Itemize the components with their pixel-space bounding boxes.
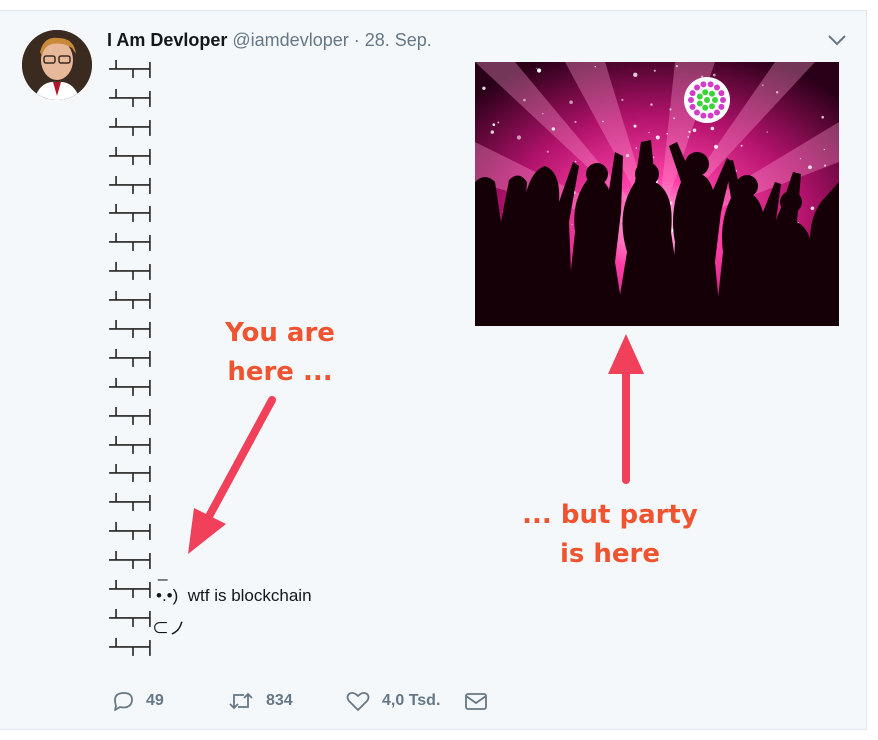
stair-step [109,522,151,541]
arrow-to-person-icon [188,396,276,554]
author-name[interactable]: I Am Devloper [107,30,227,50]
stair-step [109,608,151,627]
stair-step [109,493,151,512]
retweet-count: 834 [266,692,293,709]
tweet-text-line: •.•) wtf is blockchain [156,586,312,606]
arrow-to-party-icon [608,334,644,484]
stair-step [109,88,151,107]
party-image[interactable] [475,62,839,326]
reply-button[interactable]: 49 [112,688,164,714]
tweet-date[interactable]: 28. Sep. [365,30,432,50]
tweet-header: I Am Devloper @iamdevloper · 28. Sep. [107,29,432,51]
annotation-party-line1: ... but party [522,500,698,530]
stair-step [109,319,151,338]
retweet-button[interactable]: 834 [228,688,293,714]
stair-step [109,551,151,570]
person-face: •.•) [156,586,179,605]
person-hands: ⊂ノ [152,619,186,638]
annotation-you-are-here-line2: here ... [227,357,333,387]
annotation-you-are-here-line1: You are [225,318,335,348]
like-button[interactable]: 4,0 Tsd. [346,688,440,714]
author-handle[interactable]: @iamdevloper [232,30,348,50]
reply-count: 49 [146,692,164,709]
stair-step [109,59,151,78]
chevron-down-icon[interactable] [826,33,848,47]
header-separator: · [353,30,360,50]
stair-step [109,146,151,165]
annotation-party-line2: is here [559,539,661,569]
stair-step [109,406,151,425]
stair-step [109,464,151,483]
like-count: 4,0 Tsd. [382,692,441,709]
tweet-text: wtf is blockchain [187,586,312,605]
stair-step [109,204,151,223]
annotation-you-are-here: You are here ... [210,314,350,392]
stair-step [109,175,151,194]
direct-message-button[interactable] [464,688,500,714]
person-dash: _ [158,562,168,581]
reply-icon [114,692,133,711]
annotation-party-is-here: ... but party is here [520,496,700,574]
stair-step [109,637,151,656]
stair-step [109,348,151,367]
direct-message-icon [465,693,487,710]
retweet-icon [229,692,253,710]
stair-step [109,580,151,598]
stair-step [109,233,151,252]
like-icon [346,691,370,711]
avatar[interactable] [22,30,92,100]
stair-step [109,291,151,310]
staircase-art [106,55,166,662]
stair-step [109,262,151,281]
stair-step [109,377,151,396]
stair-step [109,117,151,136]
stair-step [109,435,151,454]
